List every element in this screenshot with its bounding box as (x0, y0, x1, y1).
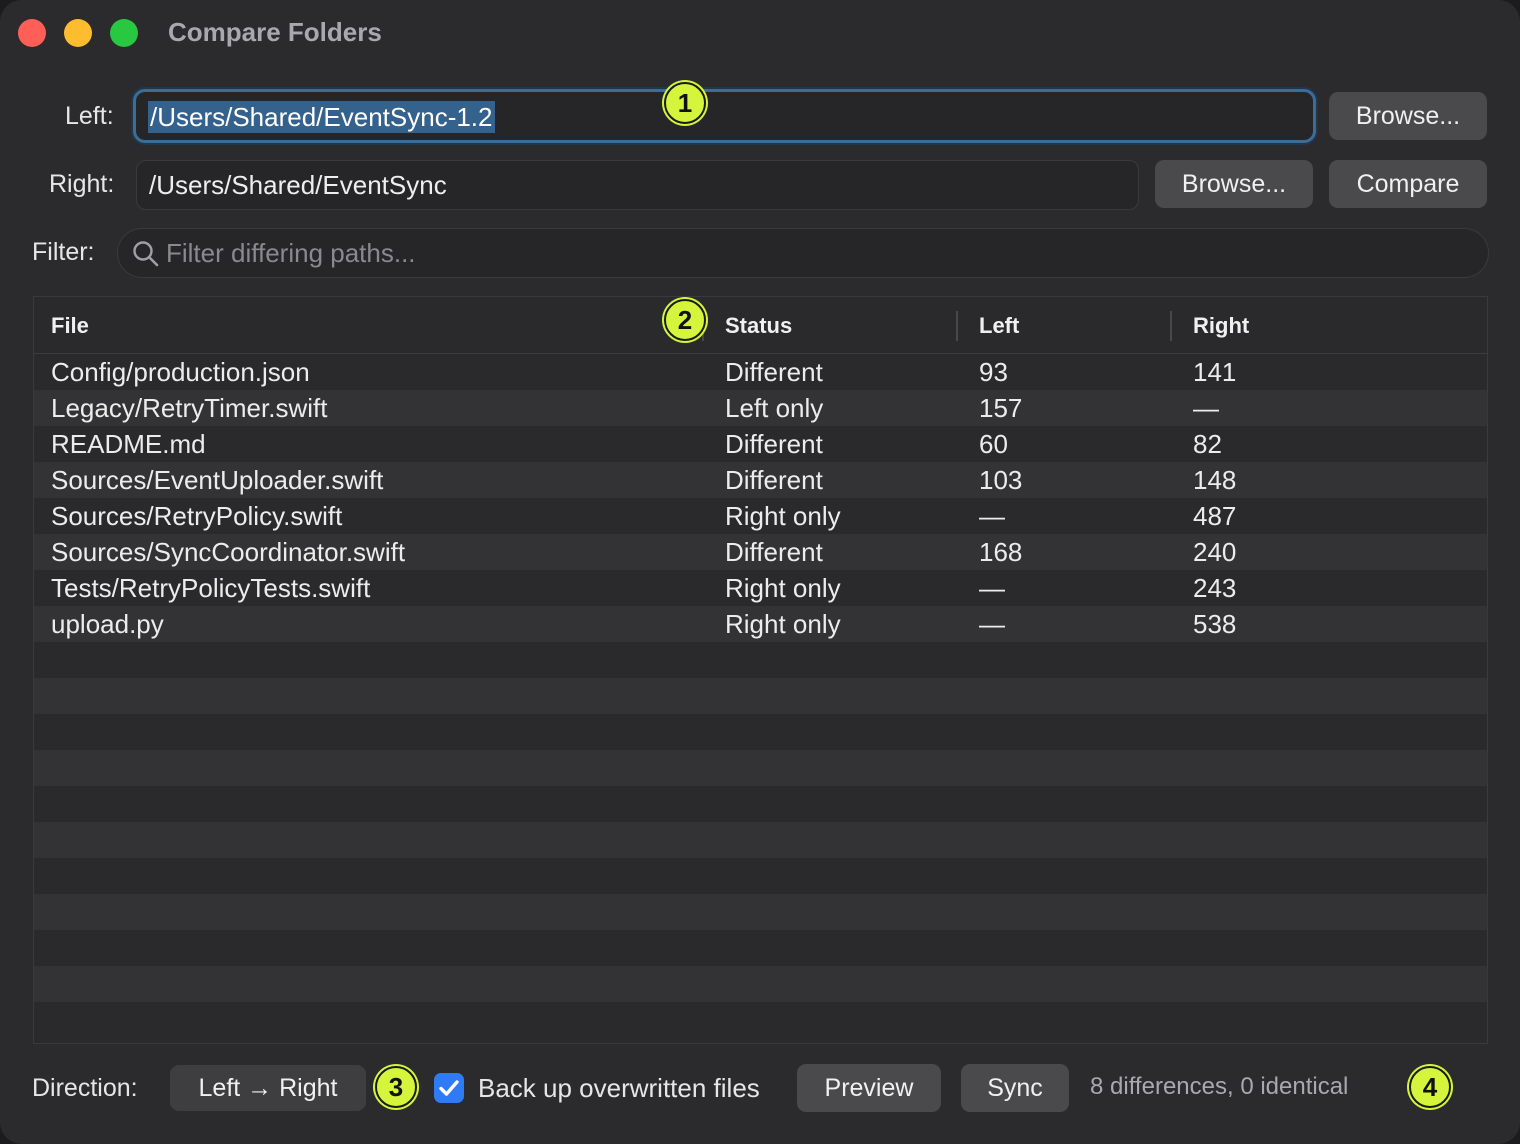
status-cell: Right only (725, 609, 841, 639)
status-cell: Right only (725, 573, 841, 603)
right-size-cell: — (1193, 393, 1219, 423)
filter-input[interactable]: Filter differing paths... (117, 228, 1489, 278)
file-cell: README.md (51, 429, 206, 459)
window-title: Compare Folders (168, 17, 382, 47)
left-size-cell: 103 (979, 465, 1023, 495)
column-divider[interactable] (1170, 311, 1172, 341)
sync-button[interactable]: Sync (961, 1064, 1069, 1112)
file-cell: Sources/SyncCoordinator.swift (51, 537, 406, 567)
compare-folders-window: Compare Folders Left: /Users/Shared/Even… (0, 0, 1520, 1144)
right-size-cell: 240 (1193, 537, 1237, 567)
status-cell: Different (725, 465, 823, 495)
table-row[interactable]: README.md Different 60 82 (34, 426, 1487, 462)
file-cell: Sources/RetryPolicy.swift (51, 501, 343, 531)
right-path-label: Right: (49, 170, 115, 198)
status-cell: Different (725, 429, 823, 459)
right-path-field[interactable]: /Users/Shared/EventSync (136, 160, 1139, 210)
empty-table-row (34, 750, 1487, 786)
left-path-label: Left: (65, 102, 114, 130)
preview-button[interactable]: Preview (797, 1064, 941, 1112)
table-row[interactable]: Legacy/RetryTimer.swift Left only 157 — (34, 390, 1487, 426)
left-size-cell: — (979, 573, 1005, 603)
empty-table-row (34, 822, 1487, 858)
status-cell: Right only (725, 501, 841, 531)
left-path-value: /Users/Shared/EventSync-1.2 (148, 101, 495, 133)
backup-label[interactable]: Back up overwritten files (478, 1073, 760, 1104)
empty-table-row (34, 966, 1487, 1002)
table-row[interactable]: upload.py Right only — 538 (34, 606, 1487, 642)
column-divider[interactable] (956, 311, 958, 341)
table-row[interactable]: Config/production.json Different 93 141 (34, 354, 1487, 390)
empty-table-row (34, 894, 1487, 930)
close-window-button[interactable] (18, 19, 46, 47)
table-body: Config/production.json Different 93 141 Lega… (34, 354, 1487, 1038)
left-browse-button[interactable]: Browse... (1329, 92, 1487, 140)
annotation-badge-1: 1 (664, 82, 706, 124)
title-bar: Compare Folders (0, 0, 1520, 64)
right-size-cell: 148 (1193, 465, 1237, 495)
comparison-status: 8 differences, 0 identical (1090, 1073, 1349, 1100)
annotation-badge-4: 4 (1409, 1066, 1451, 1108)
filter-placeholder: Filter differing paths... (166, 238, 416, 268)
empty-table-row (34, 930, 1487, 966)
direction-label: Direction: (32, 1074, 138, 1102)
search-icon (133, 241, 159, 267)
direction-popup-button[interactable]: Left → Right (170, 1065, 366, 1111)
empty-table-row (34, 786, 1487, 822)
empty-table-row (34, 642, 1487, 678)
left-size-cell: — (979, 609, 1005, 639)
left-size-cell: 93 (979, 357, 1008, 387)
right-size-cell: 487 (1193, 501, 1237, 531)
differences-table[interactable]: File Status Left Right Config/production… (33, 296, 1488, 1044)
backup-checkbox[interactable] (434, 1073, 464, 1103)
left-size-cell: — (979, 501, 1005, 531)
right-size-cell: 141 (1193, 357, 1237, 387)
zoom-window-button[interactable] (110, 19, 138, 47)
file-cell: Legacy/RetryTimer.swift (51, 393, 328, 423)
left-size-cell: 157 (979, 393, 1023, 423)
table-row[interactable]: Sources/RetryPolicy.swift Right only — 487 (34, 498, 1487, 534)
empty-table-row (34, 678, 1487, 714)
filter-label: Filter: (32, 238, 95, 266)
file-cell: upload.py (51, 609, 164, 639)
checkmark-icon (439, 1080, 459, 1096)
empty-table-row (34, 1002, 1487, 1038)
right-size-cell: 243 (1193, 573, 1237, 603)
annotation-badge-2: 2 (664, 299, 706, 341)
right-browse-button[interactable]: Browse... (1155, 160, 1313, 208)
column-header-right[interactable]: Right (1193, 297, 1249, 355)
table-row[interactable]: Tests/RetryPolicyTests.swift Right only — 2… (34, 570, 1487, 606)
column-header-file[interactable]: File (51, 297, 89, 355)
right-size-cell: 82 (1193, 429, 1222, 459)
right-size-cell: 538 (1193, 609, 1237, 639)
annotation-badge-3: 3 (375, 1066, 417, 1108)
empty-table-row (34, 858, 1487, 894)
right-path-value: /Users/Shared/EventSync (149, 170, 447, 200)
status-cell: Different (725, 537, 823, 567)
table-row[interactable]: Sources/EventUploader.swift Different 103 1… (34, 462, 1487, 498)
file-cell: Tests/RetryPolicyTests.swift (51, 573, 371, 603)
status-cell: Different (725, 357, 823, 387)
compare-button[interactable]: Compare (1329, 160, 1487, 208)
status-cell: Left only (725, 393, 824, 423)
column-header-left[interactable]: Left (979, 297, 1019, 355)
left-size-cell: 60 (979, 429, 1008, 459)
file-cell: Sources/EventUploader.swift (51, 465, 384, 495)
minimize-window-button[interactable] (64, 19, 92, 47)
left-path-field[interactable]: /Users/Shared/EventSync-1.2 (133, 89, 1316, 143)
empty-table-row (34, 714, 1487, 750)
file-cell: Config/production.json (51, 357, 310, 387)
left-size-cell: 168 (979, 537, 1023, 567)
column-header-status[interactable]: Status (725, 297, 792, 355)
table-row[interactable]: Sources/SyncCoordinator.swift Different 16… (34, 534, 1487, 570)
table-header: File Status Left Right (34, 297, 1487, 355)
